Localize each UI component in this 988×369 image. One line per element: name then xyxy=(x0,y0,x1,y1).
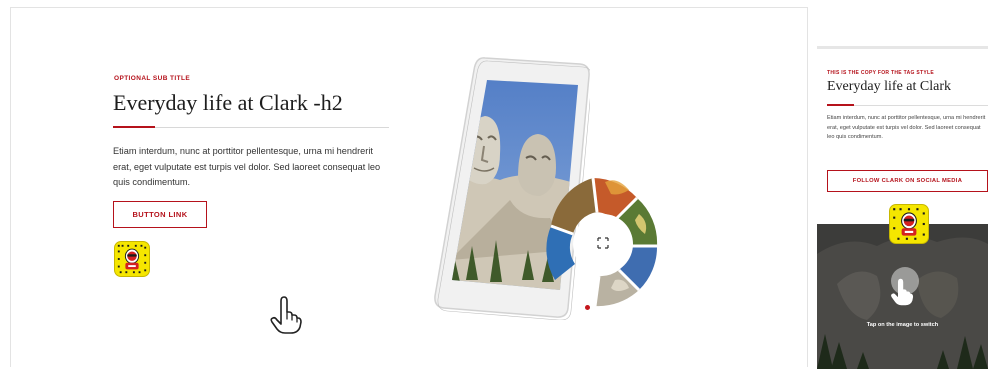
button-link[interactable]: BUTTON LINK xyxy=(113,201,207,228)
carousel-indicator-dot[interactable] xyxy=(585,305,590,310)
tap-hand-icon xyxy=(270,296,302,334)
tap-hand-icon xyxy=(891,278,914,306)
body-text: Etiam interdum, nunc at porttitor pellen… xyxy=(113,146,381,187)
follow-social-button[interactable]: FOLLOW CLARK ON SOCIAL MEDIA xyxy=(827,170,988,192)
desktop-preview: OPTIONAL SUB TITLE Everyday life at Clar… xyxy=(10,7,808,367)
snapcode-icon[interactable] xyxy=(114,241,150,277)
mobile-snapcode-icon[interactable] xyxy=(889,204,929,244)
section-title: Everyday life at Clark -h2 xyxy=(113,90,343,115)
mobile-divider-accent xyxy=(827,104,854,106)
mobile-preview: THIS IS THE COPY FOR THE TAG STYLE Every… xyxy=(817,46,988,369)
optional-subtitle: OPTIONAL SUB TITLE xyxy=(114,75,191,82)
mobile-body-text: Etiam interdum, nunc at porttitor pellen… xyxy=(827,115,986,141)
photo-carousel-dial[interactable] xyxy=(545,168,665,308)
divider-accent xyxy=(113,126,155,128)
tap-caption: Tap on the image to switch xyxy=(866,322,939,328)
mobile-top-bar xyxy=(817,46,988,49)
tag-text: THIS IS THE COPY FOR THE TAG STYLE xyxy=(827,70,934,76)
mobile-title: Everyday life at Clark xyxy=(827,79,952,94)
